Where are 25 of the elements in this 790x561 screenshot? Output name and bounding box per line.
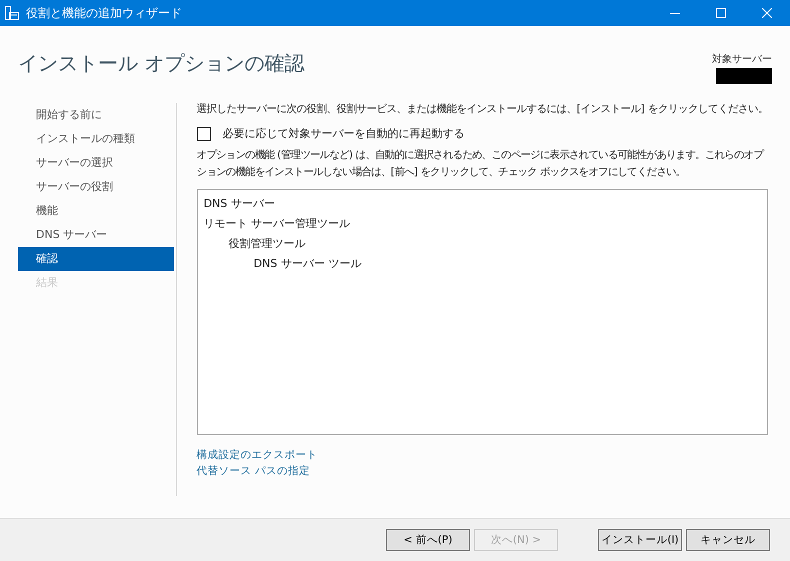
selection-item: DNS サーバー (204, 196, 276, 212)
sidebar-item[interactable]: 確認 (18, 247, 174, 271)
sidebar-item[interactable]: サーバーの選択 (18, 151, 174, 175)
selection-item: 役割管理ツール (228, 236, 307, 252)
link[interactable]: 代替ソース パスの指定 (196, 463, 310, 479)
wizard-button[interactable]: キャンセル (686, 529, 770, 551)
sidebar-item[interactable]: インストールの種類 (18, 127, 174, 151)
wizard-button[interactable]: < 前へ(P) (386, 529, 470, 551)
target-server-label: 対象サーバー (712, 52, 772, 66)
selection-item: リモート サーバー管理ツール (204, 216, 352, 232)
intro-text: 選択したサーバーに次の役割、役割サービス、または機能をインストールするには、[インストール] をクリックしてください。 (196, 102, 768, 116)
sidebar-item[interactable]: 機能 (18, 199, 174, 223)
checkbox-label: 必要に応じて対象サーバーを自動的に再起動する (222, 126, 465, 141)
selection-item: DNS サーバー ツール (252, 256, 362, 272)
sidebar-item[interactable]: 開始する前に (18, 103, 174, 127)
link[interactable]: 構成設定のエクスポート (196, 447, 318, 463)
server-icon (4, 5, 20, 21)
redacted-block (716, 68, 772, 84)
wizard-button[interactable]: インストール(I) (598, 529, 682, 551)
sidebar-item[interactable]: サーバーの役割 (18, 175, 174, 199)
note-text: オプションの機能 (管理ツールなど) は、自動的に選択されるため、このページに表示されている可能性があります。これらのオプションの機能をインストールしない場合は、[前へ] をクリックして、チェック ボックスをオフにしてください。 (196, 148, 765, 180)
window-title: 役割と機能の追加ウィザード (26, 4, 183, 22)
sidebar-item[interactable]: DNS サーバー (18, 223, 174, 247)
page-title: インストール オプションの確認 (18, 50, 304, 77)
restart-checkbox[interactable] (196, 126, 211, 140)
